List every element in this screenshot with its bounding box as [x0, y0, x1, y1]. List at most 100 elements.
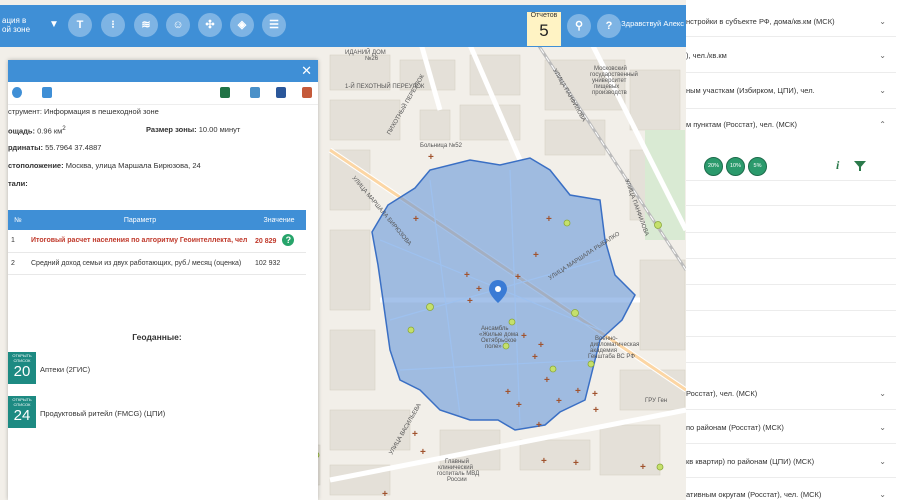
chevron-down-icon[interactable]: ▼: [49, 19, 59, 30]
svg-text:+: +: [382, 489, 388, 500]
layer-label: нстройки в субъекте РФ, дома/кв.км (МСК): [686, 17, 835, 26]
svg-text:+: +: [476, 284, 482, 295]
chevron-down-icon[interactable]: ⌄: [879, 457, 886, 466]
geodata-label: Аптеки (2ГИС): [40, 365, 91, 374]
geodata-label: Продуктовый ритейл (FMCG) (ЦПИ): [40, 409, 166, 418]
row-param[interactable]: Итоговый расчет населения по алгоритму Г…: [28, 230, 252, 253]
col-param: Параметр: [28, 210, 252, 230]
export-icons-row: [8, 82, 318, 105]
row-num: 2: [8, 252, 28, 275]
divider: [686, 108, 896, 109]
location-label: стоположение:: [8, 161, 64, 170]
area-line: ощадь: 0.96 км2: [8, 125, 66, 136]
search-icon[interactable]: ⚲: [567, 14, 591, 38]
layer-row[interactable]: ативным округам (Росстат), чел. (МСК) ⌄: [686, 490, 900, 499]
area-label: ощадь:: [8, 126, 36, 136]
user-greeting[interactable]: Здравствуй Алекс: [600, 19, 684, 28]
svg-text:+: +: [428, 152, 434, 163]
percent-badge[interactable]: 10%: [726, 157, 745, 176]
geodata-title: Геоданные:: [132, 332, 182, 342]
panel-header: ✕: [8, 60, 318, 82]
svg-text:+: +: [575, 386, 581, 397]
divider: [686, 72, 896, 73]
layers-stack-icon[interactable]: ≋: [134, 13, 158, 37]
excel-icon[interactable]: [220, 87, 230, 98]
svg-text:+: +: [592, 389, 598, 400]
percent-badge[interactable]: 5%: [748, 157, 767, 176]
layer-row[interactable]: ным участкам (Избирком, ЦПИ), чел. ⌄: [686, 86, 900, 95]
svg-text:+: +: [556, 396, 562, 407]
svg-text:+: +: [544, 375, 550, 386]
open-list-button[interactable]: ОТКРЫТЬ СПИСОК 24: [8, 396, 36, 428]
percent-badge[interactable]: 20%: [704, 157, 723, 176]
coords-value: 55.7964 37.4887: [45, 143, 102, 152]
svg-text:+: +: [541, 456, 547, 467]
layer-row-expanded[interactable]: м пунктам (Росстат), чел. (МСК) ⌃: [686, 120, 900, 129]
svg-text:+: +: [593, 405, 599, 416]
divider: [686, 232, 896, 233]
geodata-count: 20: [13, 363, 31, 380]
svg-text:+: +: [516, 400, 522, 411]
layer-row[interactable]: кв квартир) по районам (ЦПИ) (МСК) ⌄: [686, 457, 900, 466]
area-value: 0.96 км: [37, 126, 63, 136]
chevron-up-icon[interactable]: ⌃: [879, 120, 886, 129]
details-label: тали:: [8, 179, 28, 188]
layer-row[interactable]: Росстат), чел. (МСК) ⌄: [686, 389, 900, 398]
row-num: 1: [8, 230, 28, 253]
svg-text:ИДАНИЙ ДОМ: ИДАНИЙ ДОМ: [345, 48, 386, 56]
tool-title[interactable]: ация в ой зоне: [2, 16, 30, 34]
chevron-down-icon[interactable]: ⌄: [879, 51, 886, 60]
divider: [686, 205, 896, 206]
col-value: Значение: [252, 210, 306, 230]
svg-text:клинический: клинический: [438, 464, 473, 471]
sliders-icon[interactable]: ☰: [262, 13, 286, 37]
col-num: №: [8, 210, 28, 230]
people-icon[interactable]: ☺: [166, 13, 190, 37]
divider: [686, 477, 896, 478]
svg-text:+: +: [573, 458, 579, 469]
svg-text:ГРУ Ген: ГРУ Ген: [645, 398, 667, 404]
print-icon[interactable]: [42, 87, 52, 98]
compass-icon[interactable]: ✣: [198, 13, 222, 37]
layer-label: ативным округам (Росстат), чел. (МСК): [686, 490, 822, 499]
help-icon[interactable]: ?: [282, 234, 295, 246]
svg-text:+: +: [532, 352, 538, 363]
svg-text:+: +: [538, 340, 544, 351]
top-toolbar: ация в ой зоне ▼ T ⁝ ≋ ☺ ✣ ◈ ☰ Отчетов 5…: [0, 5, 686, 47]
text-tool-icon[interactable]: T: [68, 13, 92, 37]
geodata-item: ОТКРЫТЬ СПИСОК 20 Аптеки (2ГИС): [8, 352, 306, 386]
svg-text:производств: производств: [592, 90, 627, 96]
close-icon[interactable]: ✕: [301, 63, 312, 79]
geodata-item: ОТКРЫТЬ СПИСОК 24 Продуктовый ритейл (FM…: [8, 396, 306, 430]
chevron-down-icon[interactable]: ⌄: [879, 423, 886, 432]
layer-row[interactable]: нстройки в субъекте РФ, дома/кв.км (МСК)…: [686, 17, 900, 26]
svg-text:Главный: Главный: [445, 458, 469, 465]
layer-row[interactable]: ), чел./кв.км ⌄: [686, 51, 900, 60]
zone-line: Размер зоны: 10.00 минут: [146, 125, 240, 134]
reports-counter[interactable]: Отчетов 5: [527, 12, 561, 46]
divider: [686, 180, 896, 181]
layer-label: кв квартир) по районам (ЦПИ) (МСК): [686, 457, 815, 466]
area-unit-sup: 2: [62, 125, 66, 132]
row-value-cell: 20 829?: [252, 230, 306, 253]
layers-icon[interactable]: ◈: [230, 13, 254, 37]
layer-label: ным участкам (Избирком, ЦПИ), чел.: [686, 86, 815, 95]
layer-row[interactable]: по районам (Росстат) (МСК) ⌄: [686, 423, 900, 432]
open-list-button[interactable]: ОТКРЫТЬ СПИСОК 20: [8, 352, 36, 384]
info-icon[interactable]: i: [836, 158, 839, 173]
csv-icon[interactable]: [250, 87, 260, 98]
chevron-down-icon[interactable]: ⌄: [879, 490, 886, 499]
chevron-down-icon[interactable]: ⌄: [879, 389, 886, 398]
location-value: Москва, улица Маршала Бирюзова, 24: [65, 161, 201, 170]
chevron-down-icon[interactable]: ⌄: [879, 17, 886, 26]
word-icon[interactable]: [276, 87, 286, 98]
svg-text:+: +: [640, 462, 646, 473]
chat-icon[interactable]: [12, 87, 22, 98]
chevron-down-icon[interactable]: ⌄: [879, 86, 886, 95]
zone-label: Размер зоны:: [146, 125, 197, 134]
row-param: Средний доход семьи из двух работающих, …: [28, 252, 252, 275]
powerpoint-icon[interactable]: [302, 87, 312, 98]
location-line: стоположение: Москва, улица Маршала Бирю…: [8, 161, 201, 170]
divider: [686, 443, 896, 444]
traffic-light-icon[interactable]: ⁝: [101, 13, 125, 37]
